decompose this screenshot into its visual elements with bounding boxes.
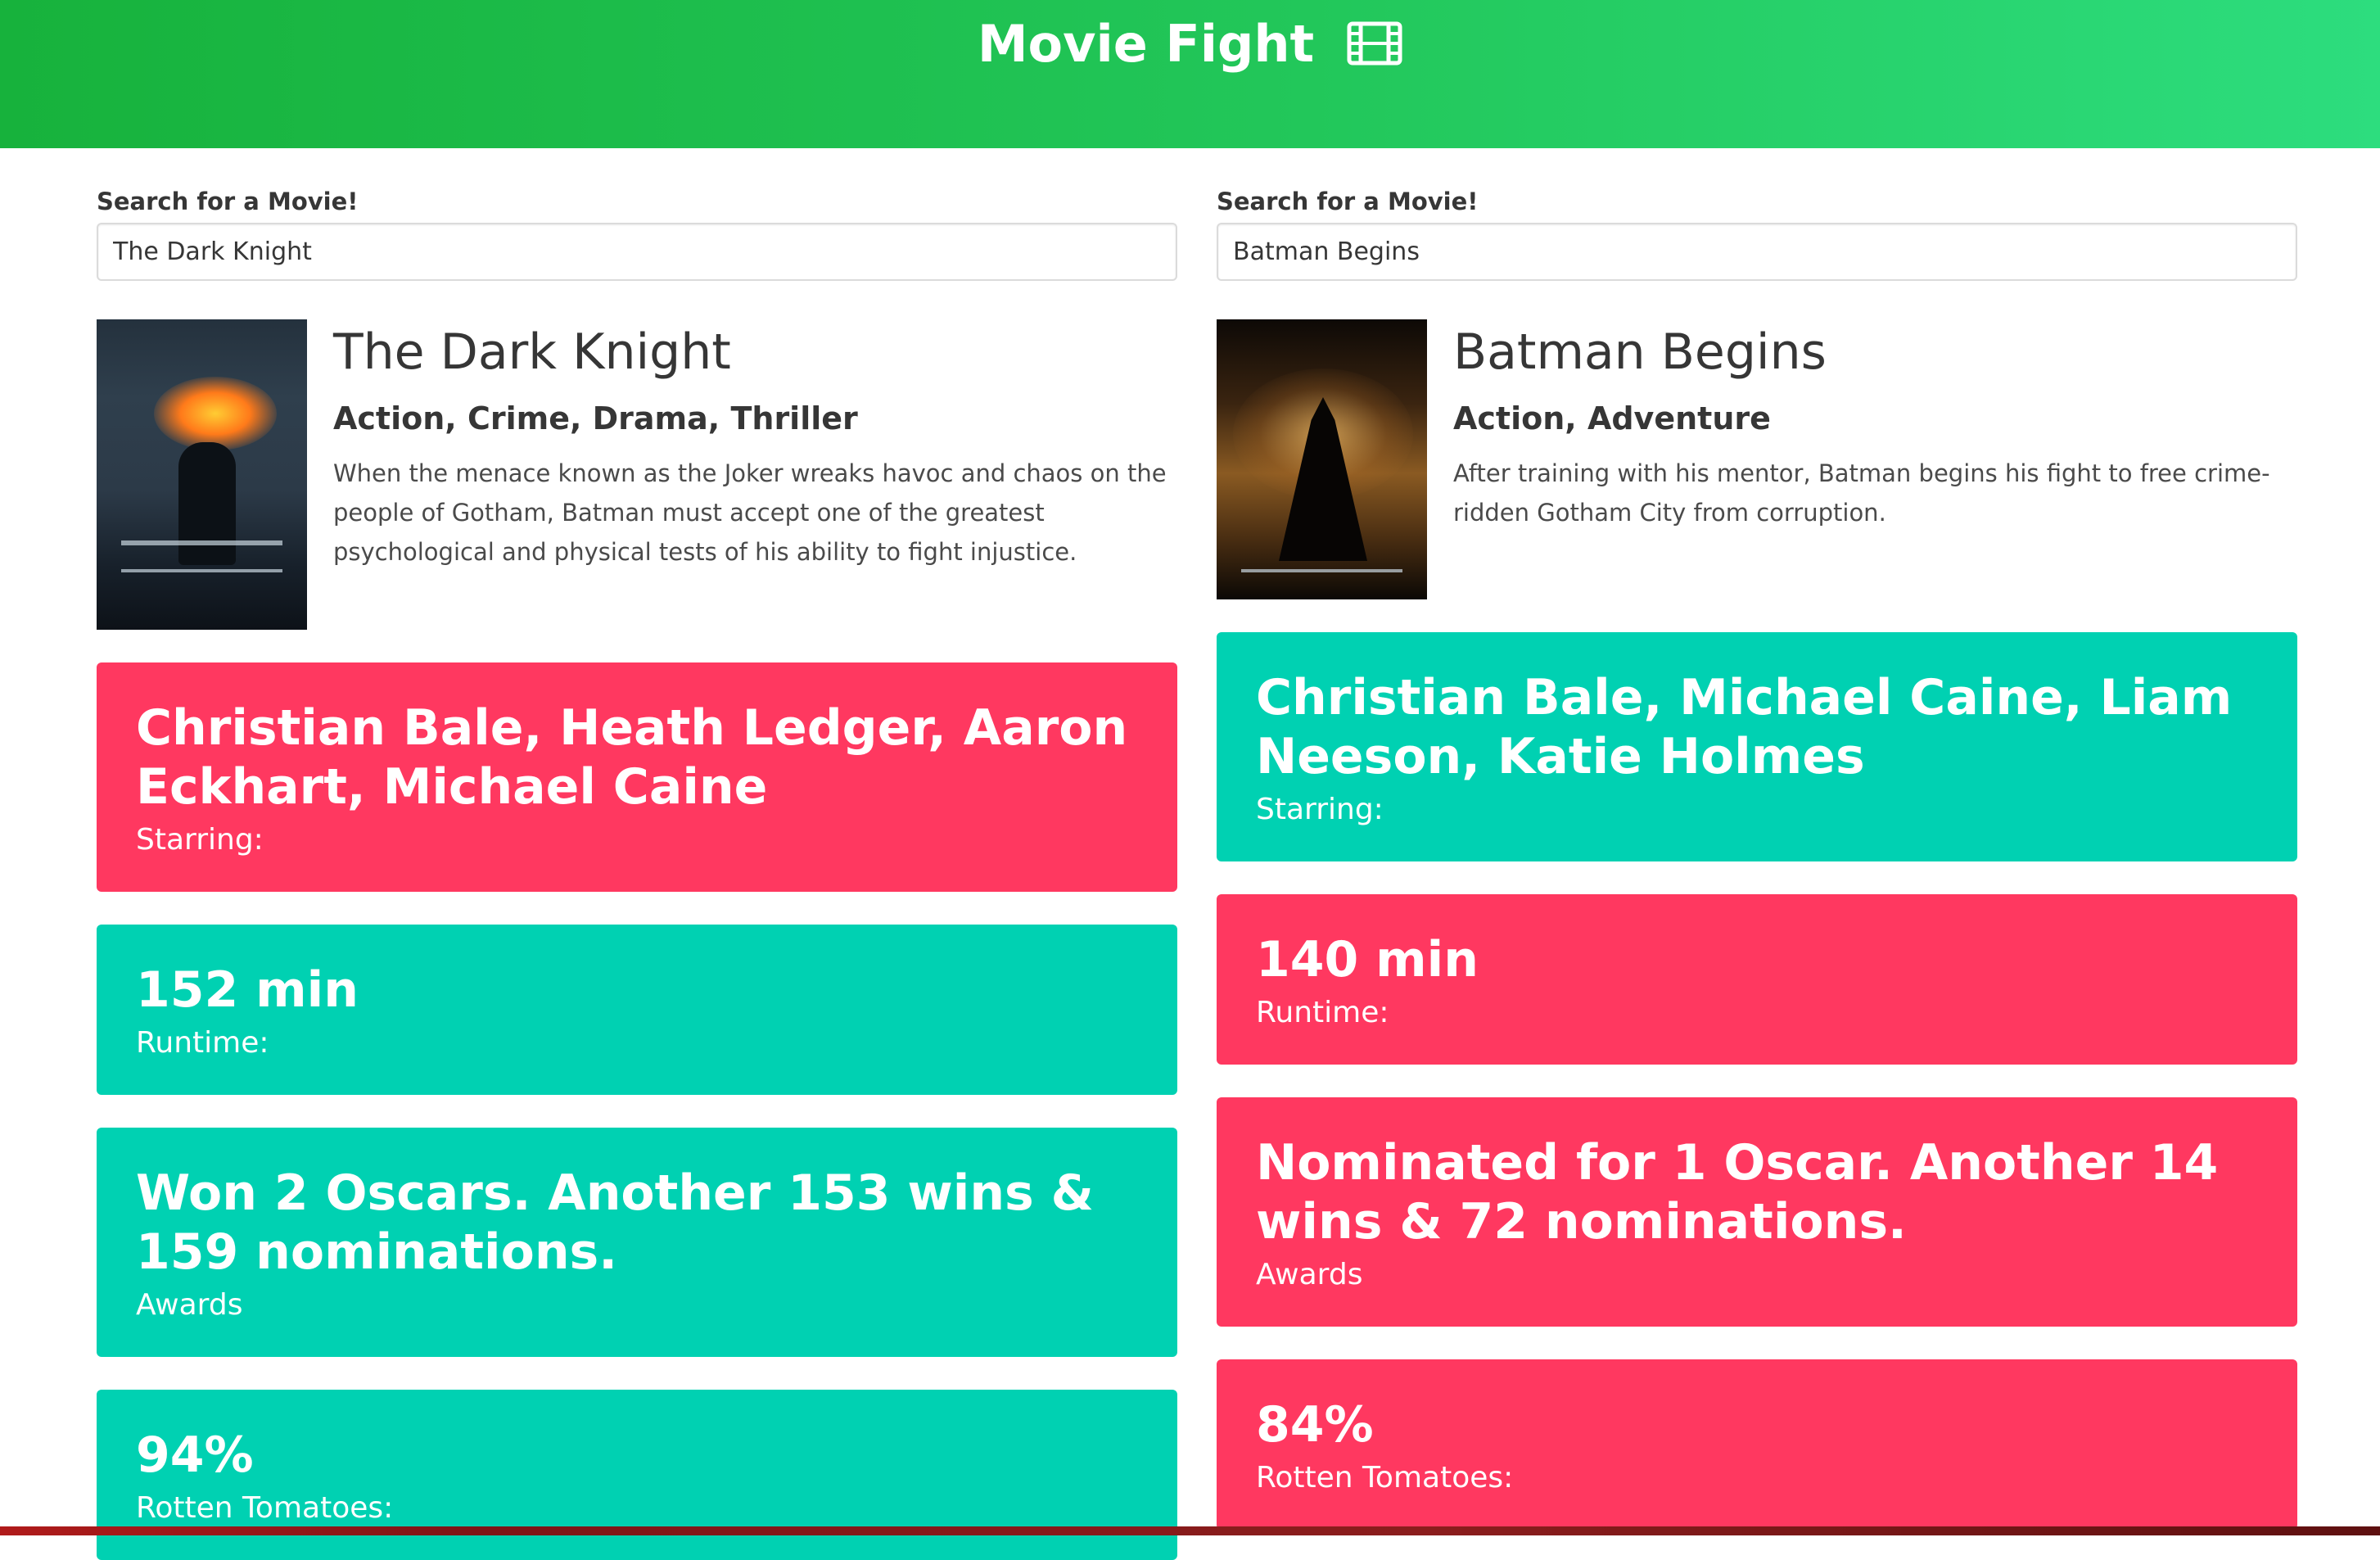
right-stat-card: Christian Bale, Michael Caine, Liam Nees… <box>1217 632 2297 861</box>
stat-label: Runtime: <box>1256 996 1389 1029</box>
stat-label: Rotten Tomatoes: <box>1256 1461 1514 1494</box>
page-header: Movie Fight <box>0 0 2380 148</box>
left-search-input[interactable] <box>97 223 1177 281</box>
right-stat-card: 84% Rotten Tomatoes: <box>1217 1359 2297 1530</box>
right-search-input[interactable] <box>1217 223 2297 281</box>
poster-logo-bar <box>121 569 282 572</box>
left-movie-plot: When the menace known as the Joker wreak… <box>333 459 1167 566</box>
left-movie-genre: Action, Crime, Drama, Thriller <box>333 400 858 436</box>
left-movie-title: The Dark Knight <box>333 323 731 381</box>
right-movie-plot: After training with his mentor, Batman b… <box>1453 459 2270 527</box>
right-stat-card: 140 min Runtime: <box>1217 894 2297 1065</box>
stat-label: Starring: <box>136 823 264 857</box>
right-search-label: Search for a Movie! <box>1217 188 1479 215</box>
poster-batman-figure <box>178 442 236 565</box>
film-icon <box>1347 21 1402 66</box>
right-column: Search for a Movie! Batman Begins Action… <box>1217 183 2297 1530</box>
stat-value: Nominated for 1 Oscar. Another 14 wins &… <box>1256 1134 2219 1250</box>
taskbar-edge <box>0 1526 2380 1535</box>
left-movie-poster <box>97 319 307 630</box>
poster-credit-bar <box>121 540 282 545</box>
right-movie-title: Batman Begins <box>1453 323 1827 381</box>
stat-value: Christian Bale, Heath Ledger, Aaron Eckh… <box>136 699 1128 816</box>
right-movie-details: Batman Begins Action, Adventure After tr… <box>1453 319 2297 599</box>
right-movie-genre: Action, Adventure <box>1453 400 1771 436</box>
stat-label: Awards <box>1256 1258 1363 1291</box>
left-movie-summary: The Dark Knight Action, Crime, Drama, Th… <box>97 319 1177 630</box>
stat-value: Christian Bale, Michael Caine, Liam Nees… <box>1256 669 2233 785</box>
stat-value: 84% <box>1256 1396 1374 1454</box>
left-movie-details: The Dark Knight Action, Crime, Drama, Th… <box>333 319 1177 630</box>
left-stat-card: Won 2 Oscars. Another 153 wins & 159 nom… <box>97 1128 1177 1357</box>
right-movie-poster <box>1217 319 1427 599</box>
app-title: Movie Fight <box>977 13 1315 74</box>
stat-value: 152 min <box>136 961 359 1019</box>
poster-fire-graphic <box>154 377 277 450</box>
left-column: Search for a Movie! The Dark Knight Acti… <box>97 183 1177 1560</box>
app-title-wrapper: Movie Fight <box>978 13 1402 74</box>
left-search-label: Search for a Movie! <box>97 188 359 215</box>
stat-value: 140 min <box>1256 931 1479 988</box>
poster-logo-bar <box>1241 569 1402 572</box>
right-stat-card: Nominated for 1 Oscar. Another 14 wins &… <box>1217 1097 2297 1327</box>
stat-value: 94% <box>136 1427 254 1484</box>
left-stats-list: Christian Bale, Heath Ledger, Aaron Eckh… <box>97 662 1177 1560</box>
stat-label: Awards <box>136 1288 243 1322</box>
stat-value: Won 2 Oscars. Another 153 wins & 159 nom… <box>136 1164 1094 1281</box>
stat-label: Starring: <box>1256 793 1384 826</box>
right-movie-summary: Batman Begins Action, Adventure After tr… <box>1217 319 2297 599</box>
left-stat-card: Christian Bale, Heath Ledger, Aaron Eckh… <box>97 662 1177 892</box>
stat-label: Runtime: <box>136 1026 269 1060</box>
stat-label: Rotten Tomatoes: <box>136 1491 394 1525</box>
right-stats-list: Christian Bale, Michael Caine, Liam Nees… <box>1217 632 2297 1530</box>
left-stat-card: 152 min Runtime: <box>97 925 1177 1095</box>
